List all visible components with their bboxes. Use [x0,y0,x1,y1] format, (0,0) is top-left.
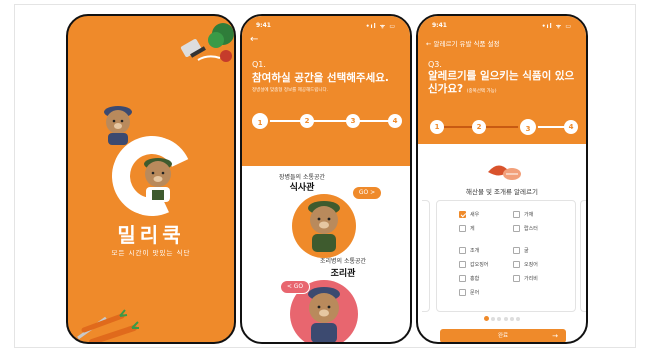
status-icons: •ıl ᯤ ▭ [365,23,396,30]
step-4: 4 [564,120,578,134]
done-button-label: 완료 [497,333,509,339]
seafood-icon [488,165,521,180]
progress-steps: 1 2 3 4 [428,117,578,137]
checkbox-scallop[interactable]: 가리비 [513,275,538,282]
checkbox-icon [459,225,466,232]
option-label: 랍스터 [524,226,538,232]
checkbox-crayfish[interactable]: 가재 [513,211,533,218]
option-label: 가재 [524,212,534,218]
back-arrow-icon[interactable]: ← [250,34,258,45]
go-cooking-button[interactable]: < GO [280,280,310,294]
app-logo-text: 밀리쿡 [117,223,185,247]
nav-title[interactable]: ← 알레르기 유발 식품 설정 [426,38,500,48]
allergy-checklist-card: 새우 게 가재 랍스터 조개 굴 갑오징어 오징어 홍합 가리비 문어 [436,200,576,312]
option-label: 가리비 [524,276,538,282]
page-dot[interactable] [490,317,495,321]
step-2: 2 [472,120,486,134]
option-label: 문어 [470,290,480,296]
done-button[interactable]: 완료 → [440,329,566,342]
checkbox-icon [459,247,466,254]
checkbox-lobster[interactable]: 랍스터 [513,225,538,232]
dining-hall-bear-illustration[interactable] [286,186,362,262]
question-hint: 정병설에 맞춤형 정보를 제공해드립니다. [252,88,329,93]
question-title-text: 알레르기를 일으키는 식품이 있으신가요? [428,70,575,95]
progress-steps: 1 2 3 4 [250,111,402,131]
arrow-right-icon: → [552,332,558,340]
allergy-select-screen: 9:41 •ıl ᯤ ▭ ← 알레르기 유발 식품 설정 Q3. 알레르기를 일… [416,14,588,344]
checkbox-cuttlefish[interactable]: 갑오징어 [459,261,488,268]
option-label: 게 [470,226,475,232]
kitchen-decor-illustration [180,23,234,62]
option-label: 홍합 [470,276,480,282]
checkbox-icon [459,275,466,282]
question-title: 알레르기를 일으키는 식품이 있으신가요? (중복선택 가능) [428,70,583,98]
soldier-bear-center-illustration [144,158,172,202]
status-bar: 9:41 •ıl ᯤ ▭ [432,22,572,30]
step-4: 4 [388,114,402,128]
steps-track [260,120,394,122]
page-dot-active[interactable] [483,316,489,321]
checkbox-squid[interactable]: 오징어 [513,261,538,268]
status-time: 9:41 [432,22,447,29]
checkbox-icon [513,225,520,232]
page-dot[interactable] [516,317,521,321]
next-card-peek[interactable] [580,200,586,312]
step-1: 1 [250,111,270,131]
checkbox-icon [459,261,466,268]
option-cooking-subtitle: 조리병의 소통공간 [319,258,367,265]
page-dot[interactable] [510,317,515,321]
checkbox-icon [513,247,520,254]
splash-screen: 밀리쿡 모든 시간이 맛있는 식단 [66,14,236,344]
step-2: 2 [300,114,314,128]
status-icons: •ıl ᯤ ▭ [541,23,572,30]
question-number: Q1. [252,60,266,69]
status-time: 9:41 [256,22,271,29]
option-label: 갑오징어 [470,262,489,268]
checkbox-oyster[interactable]: 굴 [513,247,529,254]
checkbox-icon [513,211,520,218]
multi-select-note: (중복선택 가능) [466,89,497,94]
go-dining-button[interactable]: GO > [352,186,382,200]
checkbox-checked-icon [459,211,466,218]
checkbox-icon [513,261,520,268]
prev-card-peek[interactable] [422,200,430,312]
checkbox-mussel[interactable]: 홍합 [459,275,479,282]
soldier-bear-left-illustration [104,106,132,145]
question-number: Q3. [428,60,442,69]
page-dot[interactable] [503,317,508,321]
question-title: 참여하실 공간을 선택해주세요. [252,72,389,84]
app-tagline: 모든 시간이 맛있는 식단 [111,249,191,257]
checkbox-icon [513,275,520,282]
step-1: 1 [430,120,444,134]
space-select-screen: 9:41 •ıl ᯤ ▭ ← Q1. 참여하실 공간을 선택해주세요. 정병설에… [240,14,412,344]
section-title: 해산물 및 조개류 알레르기 [466,188,538,196]
option-label: 굴 [524,248,529,254]
page-dot[interactable] [497,317,502,321]
page-indicator [418,316,586,321]
checkbox-clam[interactable]: 조개 [459,247,479,254]
step-3: 3 [518,117,538,137]
option-label: 오징어 [524,262,538,268]
status-bar: 9:41 •ıl ᯤ ▭ [256,22,396,30]
checkbox-octopus[interactable]: 문어 [459,289,479,296]
option-label: 조개 [470,248,480,254]
step-3: 3 [346,114,360,128]
option-label: 새우 [470,212,480,218]
checkbox-crab[interactable]: 게 [459,225,475,232]
checkbox-icon [459,289,466,296]
checkbox-shrimp[interactable]: 새우 [459,211,479,218]
vegetables-decor-illustration [77,309,139,342]
